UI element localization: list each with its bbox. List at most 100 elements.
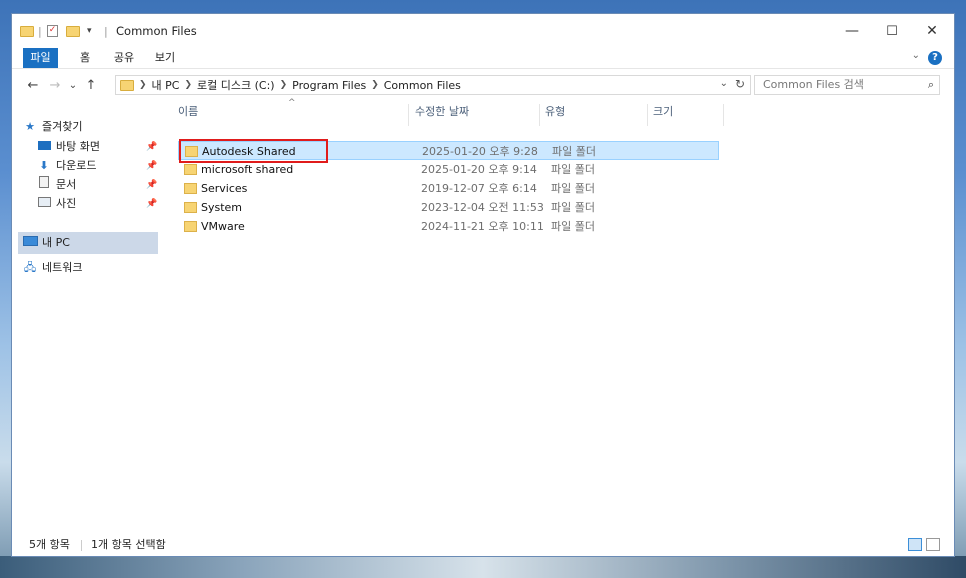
folder-icon: [184, 221, 197, 232]
file-explorer-window: | ✓ ▾ | Common Files — ☐ ✕ 파일 홈 공유 보기 ⌄ …: [11, 13, 955, 557]
minimize-button[interactable]: —: [832, 18, 872, 44]
column-divider[interactable]: [539, 104, 540, 126]
file-modified: 2019-12-07 오후 6:14: [421, 182, 537, 195]
tab-view[interactable]: 보기: [150, 48, 180, 68]
document-icon: [36, 176, 52, 194]
close-button[interactable]: ✕: [912, 18, 952, 44]
file-name: VMware: [201, 220, 245, 233]
file-type: 파일 폴더: [552, 145, 596, 158]
table-row[interactable]: Services 2019-12-07 오후 6:14 파일 폴더: [178, 179, 719, 198]
column-divider[interactable]: [408, 104, 409, 126]
address-dropdown-icon[interactable]: ⌄: [720, 78, 728, 89]
file-type: 파일 폴더: [551, 201, 595, 214]
item-count: 5개 항목: [29, 538, 70, 551]
new-folder-icon[interactable]: [66, 24, 80, 38]
table-row[interactable]: Autodesk Shared 2025-01-20 오후 9:28 파일 폴더: [178, 139, 719, 163]
sidebar-item-label: 바탕 화면: [56, 140, 100, 153]
file-modified: 2023-12-04 오전 11:53: [421, 201, 544, 214]
column-header-modified[interactable]: 수정한 날짜: [415, 102, 537, 126]
search-input[interactable]: Common Files 검색 ⌕: [754, 75, 940, 95]
details-view-icon[interactable]: [908, 538, 922, 551]
sidebar-item-network[interactable]: 🖧 네트워크: [22, 259, 83, 277]
folder-icon: [184, 164, 197, 175]
search-icon[interactable]: ⌕: [928, 76, 934, 94]
sidebar-item-label: 내 PC: [42, 236, 70, 249]
column-header-size[interactable]: 크기: [653, 102, 713, 126]
star-icon: ★: [25, 120, 35, 133]
chevron-right-icon[interactable]: ❯: [184, 80, 192, 90]
title-bar: | ✓ ▾ | Common Files — ☐ ✕: [12, 14, 954, 48]
tab-file[interactable]: 파일: [23, 48, 58, 68]
file-modified: 2024-11-21 오후 10:11: [421, 220, 544, 233]
address-bar[interactable]: ❯ 내 PC ❯ 로컬 디스크 (C:) ❯ Program Files ❯ C…: [115, 75, 751, 95]
sidebar-item-label: 문서: [56, 178, 77, 191]
divider: [81, 540, 82, 551]
sidebar-item-this-pc[interactable]: 내 PC: [22, 234, 70, 252]
table-row[interactable]: microsoft shared 2025-01-20 오후 9:14 파일 폴…: [178, 160, 719, 179]
sidebar-item-label: 즐겨찾기: [42, 120, 83, 133]
window-folder-icon: [20, 24, 34, 38]
separator: |: [104, 24, 108, 38]
pin-icon[interactable]: 📌: [146, 161, 157, 171]
file-modified: 2025-01-20 오후 9:28: [422, 145, 538, 158]
breadcrumb-program-files[interactable]: Program Files: [292, 79, 366, 92]
properties-icon[interactable]: ✓: [47, 24, 58, 38]
file-modified: 2025-01-20 오후 9:14: [421, 163, 537, 176]
column-header-name[interactable]: 이름: [178, 102, 408, 126]
file-name: microsoft shared: [201, 163, 294, 176]
forward-button[interactable]: →: [46, 77, 64, 95]
chevron-right-icon[interactable]: ❯: [371, 80, 379, 90]
download-icon: ⬇: [39, 159, 49, 172]
selection-count: 1개 항목 선택함: [91, 538, 166, 551]
column-divider[interactable]: [647, 104, 648, 126]
up-button[interactable]: ↑: [82, 77, 100, 95]
tab-home[interactable]: 홈: [72, 48, 98, 68]
ribbon-tabs: 파일 홈 공유 보기 ⌄ ?: [12, 48, 954, 69]
refresh-icon[interactable]: ↻: [735, 77, 745, 91]
file-type: 파일 폴더: [551, 163, 595, 176]
folder-icon: [120, 79, 134, 91]
sidebar-item-pictures[interactable]: 사진: [36, 195, 76, 213]
column-header-type[interactable]: 유형: [545, 102, 645, 126]
navigation-pane: ★ 즐겨찾기 바탕 화면 📌 ⬇ 다운로드 📌 문서 📌 사진 📌 내 PC 🖧…: [12, 102, 162, 532]
table-row[interactable]: System 2023-12-04 오전 11:53 파일 폴더: [178, 198, 719, 217]
expand-ribbon-icon[interactable]: ⌄: [912, 50, 920, 61]
sidebar-item-downloads[interactable]: ⬇ 다운로드: [36, 157, 96, 175]
recent-locations-button[interactable]: ⌄: [64, 77, 82, 95]
file-list: ^ 이름 수정한 날짜 유형 크기 Autodesk Shared 2025-0…: [172, 98, 956, 532]
computer-icon: [22, 234, 38, 252]
help-icon[interactable]: ?: [928, 51, 942, 65]
folder-icon: [184, 183, 197, 194]
desktop-icon: [36, 138, 52, 156]
sidebar-item-label: 다운로드: [56, 159, 97, 172]
search-placeholder: Common Files 검색: [763, 78, 864, 91]
desktop-background: [0, 556, 966, 578]
breadcrumb-this-pc[interactable]: 내 PC: [152, 77, 180, 93]
network-icon: 🖧: [23, 261, 37, 274]
separator: |: [38, 24, 42, 38]
pin-icon[interactable]: 📌: [146, 199, 157, 209]
column-divider[interactable]: [723, 104, 724, 126]
table-row[interactable]: VMware 2024-11-21 오후 10:11 파일 폴더: [178, 217, 719, 236]
sidebar-item-label: 사진: [56, 197, 77, 210]
customize-toolbar-icon[interactable]: ▾: [87, 24, 92, 38]
maximize-button[interactable]: ☐: [872, 18, 912, 44]
breadcrumb-local-disk[interactable]: 로컬 디스크 (C:): [197, 77, 275, 93]
sidebar-item-quick-access[interactable]: ★ 즐겨찾기: [22, 118, 82, 136]
file-type: 파일 폴더: [551, 182, 595, 195]
navigation-bar: ← → ⌄ ↑ ❯ 내 PC ❯ 로컬 디스크 (C:) ❯ Program F…: [12, 73, 954, 99]
sidebar-item-documents[interactable]: 문서: [36, 176, 76, 194]
window-title: Common Files: [116, 24, 197, 38]
tab-share[interactable]: 공유: [109, 48, 139, 68]
back-button[interactable]: ←: [24, 77, 42, 95]
chevron-right-icon[interactable]: ❯: [280, 80, 288, 90]
breadcrumb-common-files[interactable]: Common Files: [384, 79, 461, 92]
folder-icon: [184, 202, 197, 213]
chevron-right-icon[interactable]: ❯: [139, 80, 147, 90]
picture-icon: [36, 195, 52, 213]
sidebar-item-desktop[interactable]: 바탕 화면: [36, 138, 100, 156]
pin-icon[interactable]: 📌: [146, 180, 157, 190]
large-icons-view-icon[interactable]: [926, 538, 940, 551]
pin-icon[interactable]: 📌: [146, 142, 157, 152]
file-name: Services: [201, 182, 248, 195]
